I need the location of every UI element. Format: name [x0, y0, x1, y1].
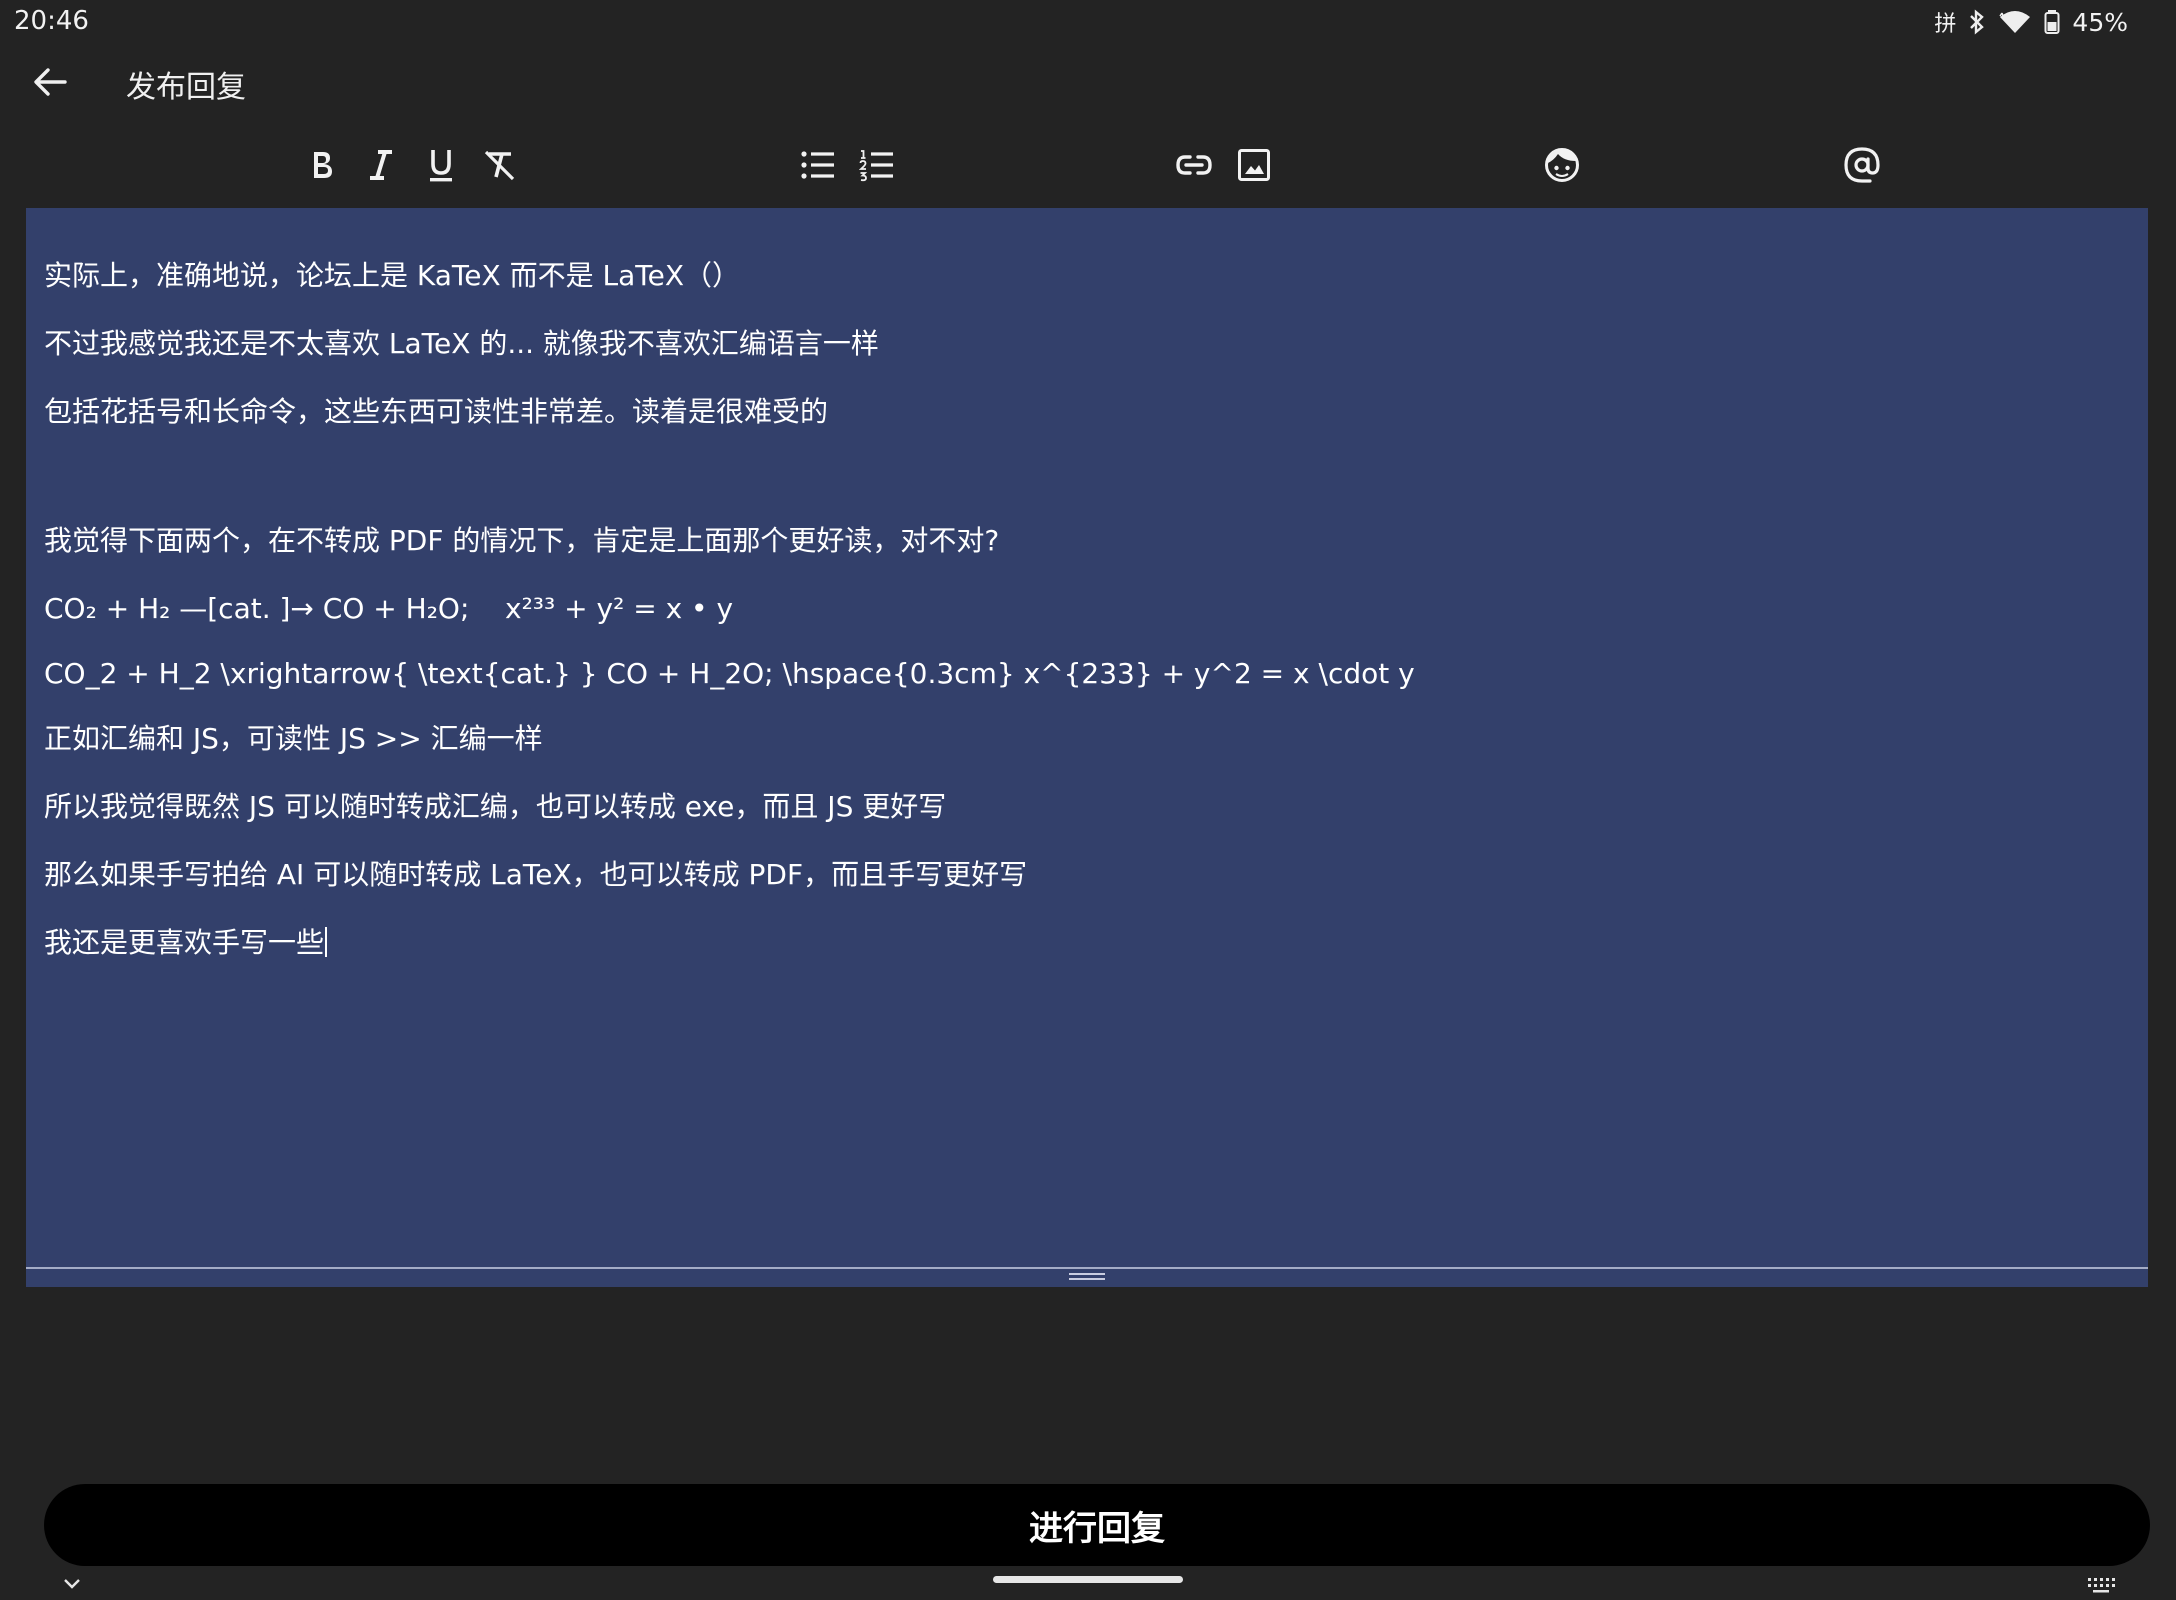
reply-editor[interactable]: 实际上，准确地说，论坛上是 KaTeX 而不是 LaTeX（） 不过我感觉我还是…: [26, 208, 2148, 1287]
bold-button[interactable]: [299, 142, 345, 188]
text-caret: [325, 927, 328, 957]
emoji-button[interactable]: [1539, 142, 1585, 188]
editor-line: 实际上，准确地说，论坛上是 KaTeX 而不是 LaTeX（）: [44, 259, 740, 292]
image-button[interactable]: [1231, 142, 1277, 188]
back-button[interactable]: [28, 60, 72, 104]
link-icon: [1176, 155, 1212, 175]
keyboard-switch-button[interactable]: [2086, 1576, 2116, 1598]
editor-line: 那么如果手写拍给 AI 可以随时转成 LaTeX，也可以转成 PDF，而且手写更…: [44, 858, 1028, 891]
submit-reply-label: 进行回复: [1029, 1508, 1165, 1549]
emoji-icon: [1545, 148, 1579, 182]
image-icon: [1238, 149, 1270, 181]
italic-icon: [370, 150, 392, 180]
editor-last-line: 我还是更喜欢手写一些: [44, 925, 328, 961]
keyboard-icon: [2088, 1578, 2115, 1593]
input-method-indicator: 拼: [1934, 12, 1957, 37]
bullet-list-icon: [801, 151, 834, 179]
mention-button[interactable]: [1839, 142, 1885, 188]
mention-icon: [1844, 147, 1880, 183]
status-bar: 20:46 拼 45%: [0, 0, 2176, 44]
wifi-icon: [1998, 9, 2032, 35]
battery-level: 45%: [2072, 7, 2128, 37]
back-arrow-icon: [34, 68, 67, 96]
bold-icon: [314, 152, 332, 178]
editor-line: 我还是更喜欢手写一些: [44, 926, 325, 959]
page-title: 发布回复: [126, 70, 246, 105]
editor-line: 所以我觉得既然 JS 可以随时转成汇编，也可以转成 exe，而且 JS 更好写: [44, 790, 947, 823]
editor-line: 正如汇编和 JS，可读性 JS >> 汇编一样: [44, 722, 543, 755]
italic-button[interactable]: [358, 142, 404, 188]
editor-line: 我觉得下面两个，在不转成 PDF 的情况下，肯定是上面那个更好读，对不对?: [44, 524, 1000, 557]
numbered-list-button[interactable]: [854, 142, 900, 188]
clear-format-button[interactable]: [477, 142, 523, 188]
editor-line: CO₂ + H₂ —[cat. ]→ CO + H₂O; x²³³ + y² =…: [44, 592, 734, 625]
status-icons: 拼 45%: [1934, 6, 2128, 38]
chevron-down-icon: [64, 1579, 80, 1589]
resize-handle[interactable]: [1069, 1270, 1105, 1283]
home-gesture-bar[interactable]: [993, 1576, 1183, 1583]
editor-line: 不过我感觉我还是不太喜欢 LaTeX 的... 就像我不喜欢汇编语言一样: [44, 327, 879, 360]
clear-format-icon: [484, 150, 515, 181]
keyboard-collapse-button[interactable]: [62, 1576, 82, 1595]
editor-line: CO_2 + H_2 \xrightarrow{ \text{cat.} } C…: [44, 657, 1415, 690]
link-button[interactable]: [1171, 142, 1217, 188]
submit-reply-button[interactable]: 进行回复: [44, 1484, 2150, 1566]
underline-button[interactable]: [418, 142, 464, 188]
status-time: 20:46: [14, 6, 89, 36]
editor-line: 包括花括号和长命令，这些东西可读性非常差。读着是很难受的: [44, 395, 829, 428]
underline-icon: [430, 150, 452, 182]
editor-divider: [26, 1267, 2148, 1269]
battery-icon: [2044, 9, 2060, 35]
bullet-list-button[interactable]: [795, 142, 841, 188]
bluetooth-icon: [1968, 9, 1986, 35]
numbered-list-icon: [859, 150, 893, 182]
